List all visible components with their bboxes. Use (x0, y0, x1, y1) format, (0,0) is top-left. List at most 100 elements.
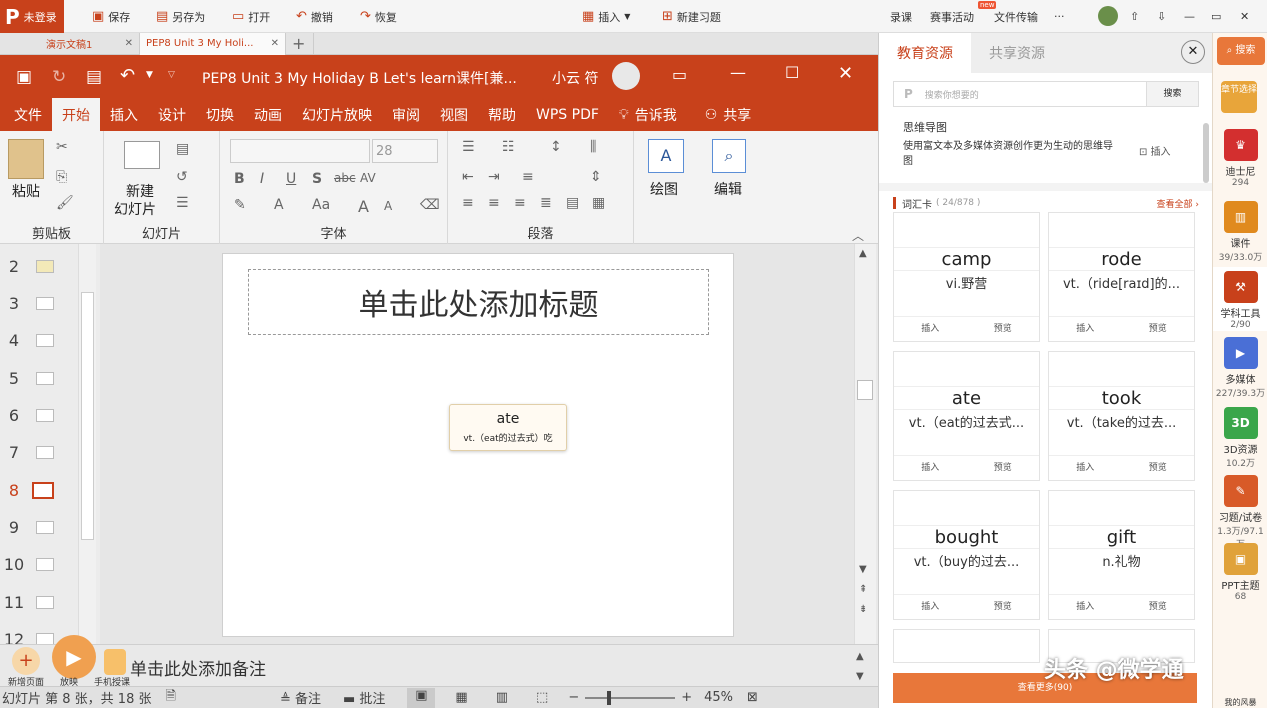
maximize-icon[interactable]: ▭ (1211, 0, 1221, 33)
spellcheck-icon[interactable]: 🗎︎ (165, 687, 175, 708)
fit-slide-icon[interactable]: ⊠ (747, 690, 758, 705)
share-button[interactable]: ⚇ 共享 (695, 98, 762, 131)
sidebar-item-3d[interactable]: 3D 3D资源 10.2万 (1213, 407, 1267, 469)
thumbnail[interactable]: 2 (0, 248, 78, 284)
reading-view-icon[interactable]: ▥ (496, 690, 508, 705)
doc-tab-active[interactable]: PEP8 Unit 3 My Holi... ✕ (140, 32, 286, 55)
thumbnail[interactable]: 3 (0, 285, 78, 321)
vocab-card[interactable]: ate vt.（eat的过去式... 插入 预览 (893, 351, 1040, 481)
italic-button[interactable]: I (260, 171, 264, 187)
tell-me[interactable]: 💡︎ 告诉我 (609, 98, 687, 131)
play-icon[interactable]: ▶ (52, 635, 96, 679)
download-icon[interactable]: ⇩ (1157, 0, 1166, 33)
thumbnail-active[interactable]: 8 (0, 472, 78, 508)
close-icon[interactable]: ✕ (1240, 0, 1249, 33)
insert-menu-button[interactable]: ▦ 插入 ▼ (582, 0, 630, 33)
zoom-level[interactable]: 45% (704, 690, 733, 705)
close-icon[interactable]: ✕ (1181, 40, 1205, 64)
notes-toggle[interactable]: ≜ 备注 (280, 688, 321, 707)
pane-scrollbar[interactable] (1203, 123, 1209, 183)
char-spacing-button[interactable]: AV (360, 171, 376, 185)
prev-slide-icon[interactable]: ⇞ (859, 584, 867, 595)
thumbnail-scrollbar[interactable] (78, 244, 96, 644)
zoom-slider[interactable] (585, 690, 676, 705)
copy-icon[interactable]: ⎘ (56, 169, 67, 185)
tab-file[interactable]: 文件 (4, 98, 52, 131)
more-button[interactable]: ··· (1054, 0, 1065, 33)
zoom-in-icon[interactable]: + (681, 690, 692, 705)
thumbnail[interactable]: 6 (0, 397, 78, 433)
card-insert-button[interactable]: 插入 (1049, 317, 1122, 341)
notes-placeholder[interactable]: 单击此处添加备注 (130, 655, 266, 680)
search-input[interactable]: 搜索你想要的 (925, 88, 1135, 101)
paste-button[interactable]: 粘贴 (12, 181, 40, 201)
cut-icon[interactable]: ✂ (56, 139, 68, 155)
grow-font-button[interactable]: A (358, 197, 369, 216)
clear-format-icon[interactable]: ✎ (234, 197, 246, 213)
contest-button[interactable]: 赛事活动 new (930, 0, 997, 33)
close-icon[interactable]: ✕ (125, 38, 133, 49)
tab-help[interactable]: 帮助 (478, 98, 526, 131)
draw-button[interactable]: 绘图 (650, 179, 678, 199)
thumbnail[interactable]: 5 (0, 360, 78, 396)
font-size-input[interactable]: 28 (372, 139, 438, 163)
bold-button[interactable]: B (234, 171, 245, 187)
add-tab-button[interactable]: + (286, 32, 314, 55)
sidebar-item-courseware[interactable]: ▥ 课件 39/33.0万 (1213, 201, 1267, 263)
vocab-card[interactable]: gift n.礼物 插入 预览 (1048, 490, 1195, 620)
scroll-up-icon[interactable]: ▲ (859, 248, 867, 259)
tab-transitions[interactable]: 切换 (196, 98, 244, 131)
vocab-card-inserted[interactable]: ate vt.（eat的过去式）吃 (449, 404, 567, 451)
file-transfer-button[interactable]: 文件传输 (994, 0, 1038, 33)
search-button[interactable]: 搜索 (1146, 82, 1198, 106)
font-color-icon[interactable]: A (274, 197, 284, 213)
tab-view[interactable]: 视图 (430, 98, 478, 131)
chevron-down-icon[interactable]: ▼ (146, 70, 153, 80)
numbering-icon[interactable]: ☷ (502, 139, 515, 155)
tab-home[interactable]: 开始 (52, 98, 100, 131)
card-insert-button[interactable]: 插入 (1049, 595, 1122, 619)
tab-wps-pdf[interactable]: WPS PDF (526, 98, 609, 131)
save-icon[interactable]: ▣ (16, 67, 32, 87)
scroll-down-icon[interactable]: ▼ (856, 671, 864, 682)
thumbnail[interactable]: 4 (0, 322, 78, 358)
card-insert-button[interactable]: 插入 (894, 595, 967, 619)
tab-review[interactable]: 审阅 (382, 98, 430, 131)
new-exercise-button[interactable]: ⊞ 新建习题 (662, 0, 721, 33)
align-left-icon[interactable]: ≡ (462, 195, 474, 211)
customize-icon[interactable]: ▽ (168, 70, 175, 80)
justify-icon[interactable]: ≣ (540, 195, 552, 211)
mobile-icon[interactable] (104, 649, 126, 675)
save-button[interactable]: ▣ 保存 (92, 0, 130, 33)
card-preview-button[interactable]: 预览 (967, 317, 1040, 341)
distribute-icon[interactable]: ▤ (566, 195, 579, 211)
maximize-icon[interactable]: ☐ (785, 63, 799, 82)
view-all-link[interactable]: 查看全部 › (1157, 197, 1199, 210)
thumbnail[interactable]: 11 (0, 584, 78, 620)
card-preview-button[interactable]: 预览 (967, 595, 1040, 619)
card-preview-button[interactable]: 预览 (1122, 317, 1195, 341)
reset-icon[interactable]: ↺ (176, 169, 188, 185)
tab-shared[interactable]: 共享资源 (971, 33, 1063, 73)
draw-shapes-icon[interactable]: A (648, 139, 684, 173)
layout-icon[interactable]: ▤ (176, 141, 189, 157)
underline-button[interactable]: U (286, 171, 296, 187)
text-direction-icon[interactable]: ≡ (522, 169, 534, 185)
sidebar-item-disney[interactable]: ♛ 迪士尼 294 (1213, 129, 1267, 188)
shrink-font-button[interactable]: A (384, 199, 392, 213)
thumbnail[interactable]: 9 (0, 509, 78, 545)
sidebar-search-button[interactable]: ⌕ 搜索 (1217, 37, 1265, 65)
align-center-icon[interactable]: ≡ (488, 195, 500, 211)
tab-insert[interactable]: 插入 (100, 98, 148, 131)
thumbnail[interactable]: 10 (0, 546, 78, 582)
editor-scrollbar[interactable]: ▲ ▼ ⇞ ⇟ (854, 244, 876, 644)
present-icon[interactable]: ▤ (86, 67, 102, 87)
title-placeholder[interactable]: 单击此处添加标题 (248, 269, 709, 335)
tab-education[interactable]: 教育资源 (879, 33, 971, 73)
next-slide-icon[interactable]: ⇟ (859, 604, 867, 615)
zoom-out-icon[interactable]: − (568, 690, 579, 705)
card-insert-button[interactable]: 插入 (894, 317, 967, 341)
sidebar-item-ppt-themes[interactable]: ▣ PPT主题 68 (1213, 543, 1267, 602)
strikethrough-button[interactable]: abc (334, 171, 356, 185)
sidebar-item-subject-tools[interactable]: ⚒ 学科工具 2/90 (1213, 267, 1267, 331)
